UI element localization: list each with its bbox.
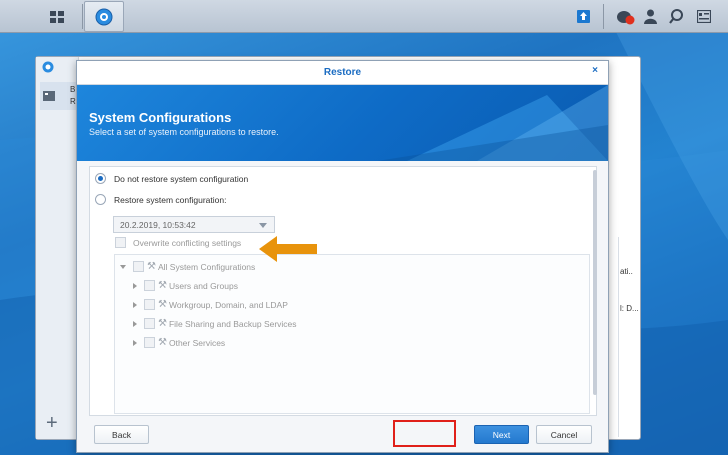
tree-label: Other Services [168, 337, 226, 348]
tree-checkbox[interactable] [144, 280, 155, 291]
tree-label: File Sharing and Backup Services [168, 318, 297, 329]
tree-item-users-groups[interactable]: ⚒ Users and Groups [133, 280, 238, 291]
tree-label: Workgroup, Domain, and LDAP [168, 299, 288, 310]
tree-item-other-services[interactable]: ⚒ Other Services [133, 337, 225, 348]
overwrite-label: Overwrite conflicting settings [133, 237, 242, 248]
search-button[interactable] [664, 0, 688, 33]
radio-button[interactable] [95, 194, 106, 205]
taskbar-separator [82, 4, 83, 29]
search-icon [668, 9, 683, 24]
taskbar [0, 0, 728, 33]
expand-right-icon[interactable] [133, 320, 137, 327]
restore-dialog: Restore × System Configurations Select a… [76, 60, 609, 453]
details-text: ati.. [620, 267, 633, 276]
tools-icon: ⚒ [158, 318, 167, 329]
taskbar-separator [603, 4, 604, 29]
main-menu-button[interactable] [33, 1, 80, 32]
sidebar-item-label: B [70, 85, 76, 94]
tree-label: All System Configurations [157, 261, 256, 272]
notification-button[interactable] [614, 0, 638, 33]
widget-button[interactable] [690, 0, 718, 33]
notification-icon [617, 10, 635, 24]
tools-icon: ⚒ [158, 299, 167, 310]
dialog-banner: System Configurations Select a set of sy… [77, 85, 608, 161]
tree-checkbox[interactable] [133, 261, 144, 272]
radio-label: Do not restore system configuration [114, 173, 249, 184]
upload-button[interactable] [572, 0, 594, 33]
banner-title: System Configurations [89, 110, 232, 125]
scrollbar[interactable] [593, 167, 598, 397]
cancel-button[interactable]: Cancel [536, 425, 592, 444]
expand-right-icon[interactable] [133, 282, 137, 289]
tree-checkbox[interactable] [144, 318, 155, 329]
restore-point-select[interactable]: 20.2.2019, 10:53:42 [113, 216, 275, 233]
backup-task-icon [43, 91, 55, 101]
tools-icon: ⚒ [158, 280, 167, 291]
dialog-titlebar: Restore × [77, 61, 608, 85]
dialog-footer: Back Next Cancel [89, 421, 597, 447]
config-tree: ⚒ All System Configurations ⚒ Users and … [114, 254, 590, 414]
back-button[interactable]: Back [94, 425, 149, 444]
tree-checkbox[interactable] [144, 337, 155, 348]
close-icon[interactable]: × [592, 65, 598, 76]
details-text: l: D... [620, 304, 639, 313]
overwrite-checkbox-row[interactable]: Overwrite conflicting settings [115, 237, 241, 248]
dialog-title: Restore [323, 67, 362, 78]
radio-restore[interactable]: Restore system configuration: [95, 194, 226, 205]
options-panel: Do not restore system configuration Rest… [89, 166, 597, 416]
tree-label: Users and Groups [168, 280, 238, 291]
tools-icon: ⚒ [158, 337, 167, 348]
expand-right-icon[interactable] [133, 301, 137, 308]
next-button[interactable]: Next [474, 425, 529, 444]
user-icon [643, 9, 657, 24]
tree-item-workgroup[interactable]: ⚒ Workgroup, Domain, and LDAP [133, 299, 288, 310]
scrollbar-thumb[interactable] [593, 170, 597, 395]
overwrite-checkbox[interactable] [115, 237, 126, 248]
chevron-down-icon [259, 223, 267, 228]
radio-do-not-restore[interactable]: Do not restore system configuration [95, 173, 248, 184]
tree-item-root[interactable]: ⚒ All System Configurations [120, 261, 255, 272]
annotation-arrow-icon [259, 236, 317, 262]
restore-point-value: 20.2.2019, 10:53:42 [120, 219, 196, 230]
app-logo-icon [42, 61, 54, 73]
widget-icon [697, 10, 711, 23]
user-button[interactable] [638, 0, 662, 33]
upload-icon [576, 10, 590, 23]
sidebar-item-backup[interactable]: B R [40, 82, 78, 110]
sidebar-item-sublabel: R [70, 97, 76, 106]
app-sidebar: B R + [36, 57, 79, 439]
tree-item-file-sharing[interactable]: ⚒ File Sharing and Backup Services [133, 318, 297, 329]
banner-subtitle: Select a set of system configurations to… [89, 127, 279, 137]
radio-button-checked[interactable] [95, 173, 106, 184]
grid-icon [49, 10, 64, 23]
backup-app-taskbar-button[interactable] [84, 1, 124, 32]
next-button-highlight [393, 420, 456, 447]
expand-down-icon[interactable] [120, 264, 126, 269]
expand-right-icon[interactable] [133, 339, 137, 346]
tools-icon: ⚒ [147, 261, 156, 272]
details-column: ati.. l: D... [618, 237, 642, 437]
backup-app-icon [95, 8, 113, 25]
tree-checkbox[interactable] [144, 299, 155, 310]
radio-label: Restore system configuration: [114, 194, 227, 205]
add-task-button[interactable]: + [46, 412, 58, 435]
